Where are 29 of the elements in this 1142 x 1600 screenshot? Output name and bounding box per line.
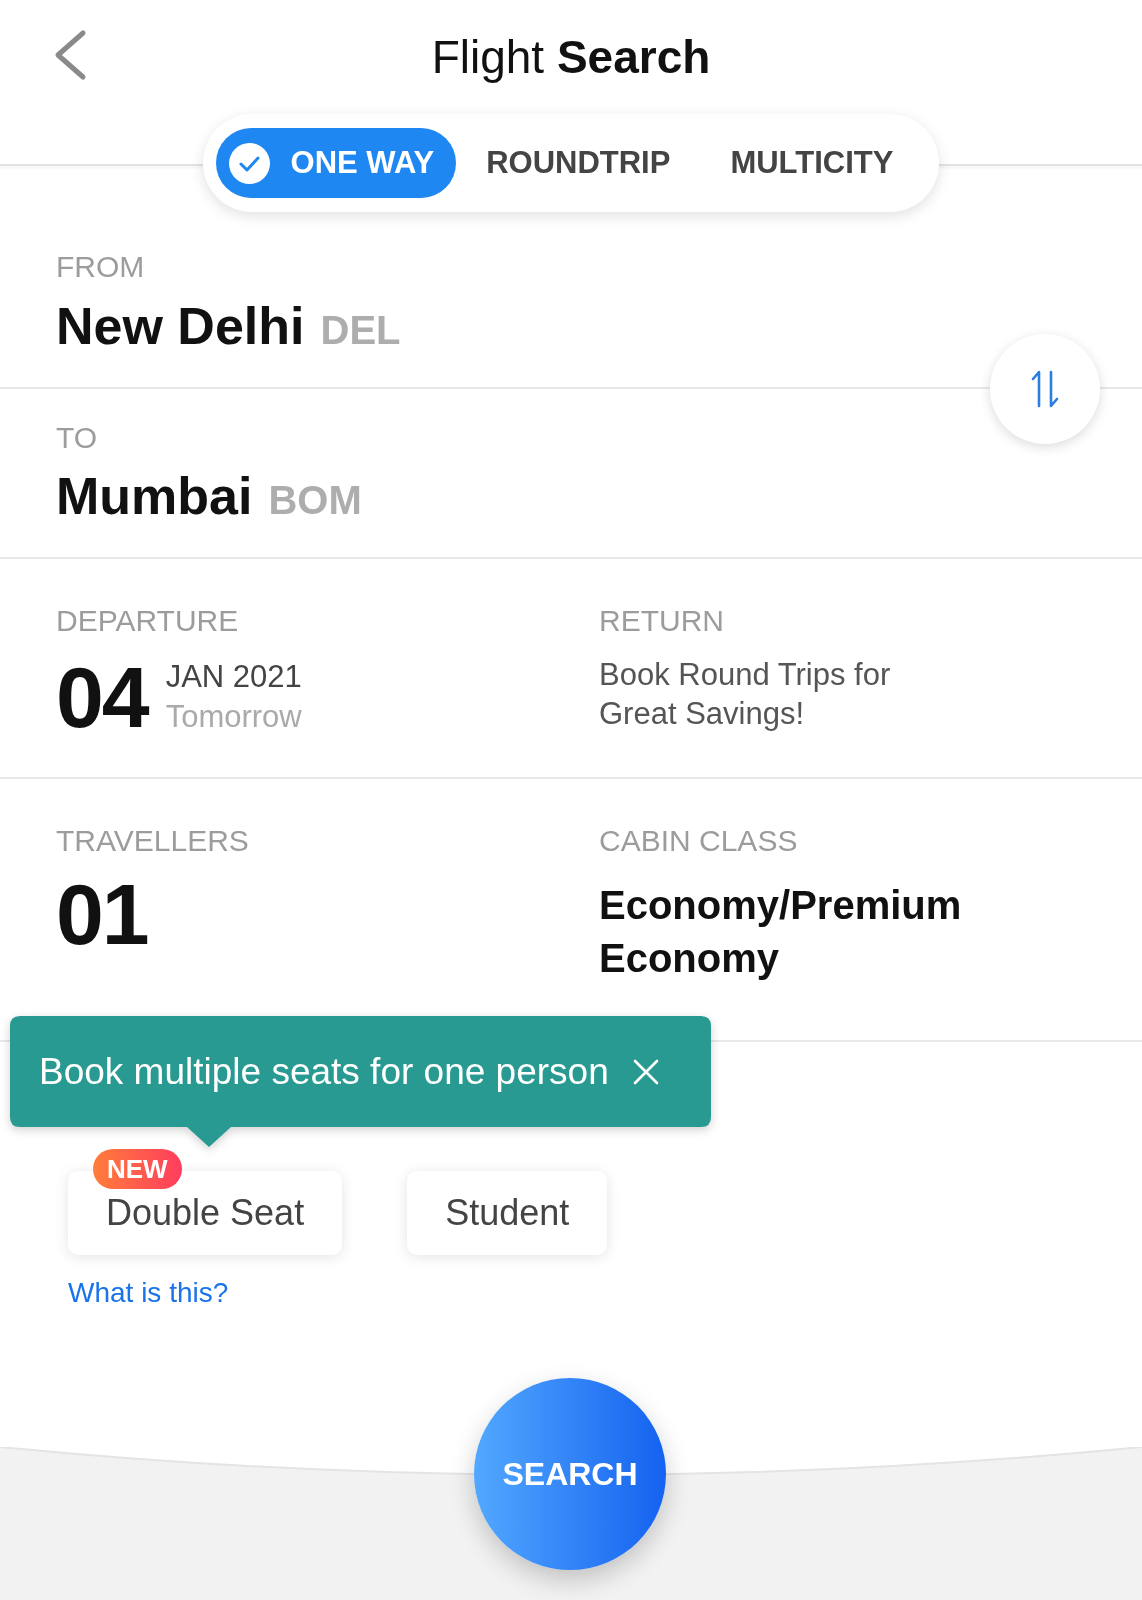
page-title: Flight Search — [431, 30, 711, 85]
departure-day[interactable]: 04 — [56, 655, 148, 739]
help-link[interactable]: What is this? — [68, 1277, 229, 1309]
check-circle-icon — [228, 142, 270, 184]
close-icon — [632, 1058, 659, 1085]
tooltip-text: Book multiple seats for one person — [39, 1049, 609, 1094]
airport-code: BOM — [268, 477, 362, 524]
close-button[interactable] — [632, 1058, 659, 1085]
return-promo-text[interactable]: Book Round Trips for Great Savings! — [599, 655, 939, 733]
search-button[interactable]: SEARCH — [474, 1378, 666, 1570]
departure-month-year[interactable]: JAN 2021 — [165, 657, 302, 697]
trip-type-tab[interactable]: ONE WAY — [215, 128, 457, 198]
cabin-class-value[interactable]: Economy/Premium Economy — [599, 879, 999, 985]
field-label: RETURN — [599, 605, 724, 637]
new-badge: NEW — [93, 1149, 182, 1189]
departure-note: Tomorrow — [165, 698, 302, 736]
trip-type-tab[interactable]: ROUNDTRIP — [456, 128, 701, 198]
field-label: DEPARTURE — [56, 605, 239, 637]
special-fare-button[interactable]: Student — [407, 1171, 608, 1255]
field-label: TO — [56, 422, 98, 454]
city-name[interactable]: Mumbai — [56, 466, 253, 526]
field-label: CABIN CLASS — [599, 825, 798, 857]
trip-type-tab[interactable]: MULTICITY — [700, 128, 924, 198]
city-name[interactable]: New Delhi — [56, 296, 305, 356]
field-label: FROM — [56, 251, 145, 283]
travellers-count[interactable]: 01 — [56, 870, 148, 958]
swap-icon — [1030, 369, 1060, 409]
field-label: TRAVELLERS — [56, 825, 249, 857]
airport-code: DEL — [320, 307, 401, 354]
